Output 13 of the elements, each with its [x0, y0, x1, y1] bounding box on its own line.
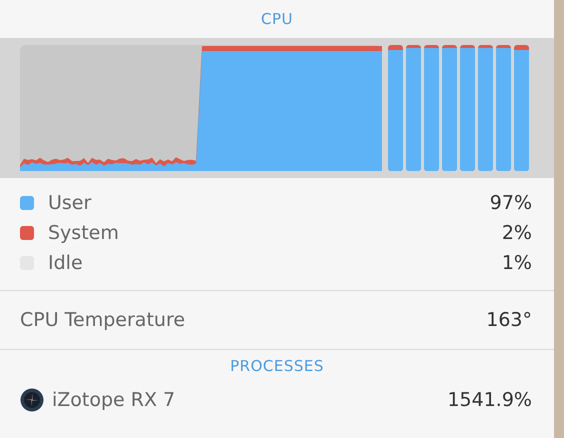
legend-label: Idle — [48, 252, 83, 274]
legend-label: User — [48, 192, 92, 214]
legend-value: 1% — [502, 252, 532, 274]
section-title: PROCESSES — [229, 356, 325, 377]
legend-value: 2% — [502, 222, 532, 244]
process-cpu-value: 1541.9% — [447, 389, 532, 411]
process-name: iZotope RX 7 — [52, 389, 176, 411]
section-title: CPU — [260, 9, 294, 30]
legend-value: 97% — [490, 192, 532, 214]
legend-label: System — [48, 222, 119, 244]
temperature-value: 163° — [486, 309, 532, 331]
temperature-label: CPU Temperature — [20, 309, 186, 331]
app-icon — [20, 388, 44, 412]
